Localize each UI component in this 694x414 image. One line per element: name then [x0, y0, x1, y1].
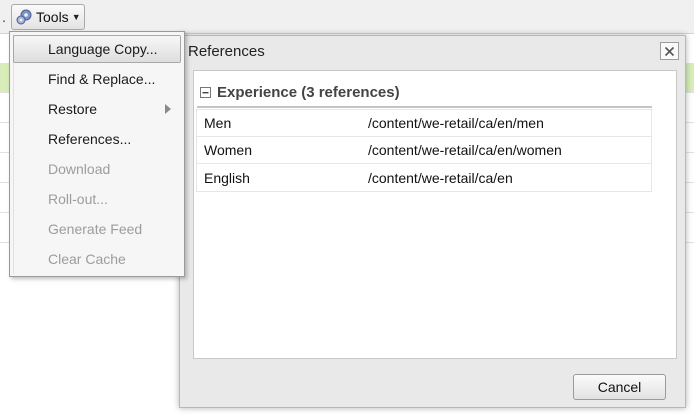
menu-item-restore[interactable]: Restore — [13, 95, 181, 123]
cancel-button[interactable]: Cancel — [573, 374, 666, 400]
references-table: Men /content/we-retail/ca/en/men Women /… — [196, 109, 652, 192]
gears-icon — [15, 8, 33, 26]
group-header[interactable]: Experience (3 references) — [200, 84, 400, 101]
reference-name: Men — [204, 115, 232, 131]
menu-item-find-replace[interactable]: Find & Replace... — [13, 65, 181, 93]
submenu-arrow-icon — [165, 104, 171, 114]
reference-path: /content/we-retail/ca/en/men — [368, 115, 544, 131]
reference-path: /content/we-retail/ca/en/women — [368, 142, 562, 158]
menu-item-roll-out: Roll-out... — [48, 191, 108, 207]
table-row[interactable]: Men /content/we-retail/ca/en/men — [197, 110, 651, 137]
tools-label: Tools — [36, 9, 69, 25]
reference-path: /content/we-retail/ca/en — [368, 169, 513, 186]
menu-item-download: Download — [48, 161, 111, 177]
reference-name: Women — [204, 142, 252, 158]
menu-item-clear-cache: Clear Cache — [48, 251, 126, 267]
menu-item-label: Restore — [48, 101, 98, 117]
table-row[interactable]: Women /content/we-retail/ca/en/women — [197, 137, 651, 164]
close-icon — [664, 46, 675, 56]
group-title: Experience (3 references) — [217, 84, 400, 101]
menu-item-language-copy[interactable]: Language Copy... — [13, 35, 181, 63]
toolbar: . Tools ▼ — [0, 0, 694, 34]
dialog-title: References — [188, 43, 265, 60]
group-divider — [197, 106, 652, 108]
tools-button[interactable]: Tools ▼ — [11, 4, 85, 30]
menu-item-references[interactable]: References... — [13, 125, 181, 153]
toolbar-overflow: . — [2, 9, 6, 25]
menu-item-generate-feed: Generate Feed — [48, 221, 143, 237]
collapse-icon[interactable] — [200, 87, 211, 98]
references-dialog: References Experience (3 references) Men… — [179, 35, 686, 408]
table-row[interactable]: English /content/we-retail/ca/en — [197, 164, 651, 191]
close-button[interactable] — [660, 42, 679, 60]
chevron-down-icon: ▼ — [71, 12, 81, 22]
reference-name: English — [204, 169, 250, 186]
dialog-body: Experience (3 references) Men /content/w… — [193, 70, 677, 359]
tools-menu: Language Copy... Find & Replace... Resto… — [9, 31, 185, 277]
